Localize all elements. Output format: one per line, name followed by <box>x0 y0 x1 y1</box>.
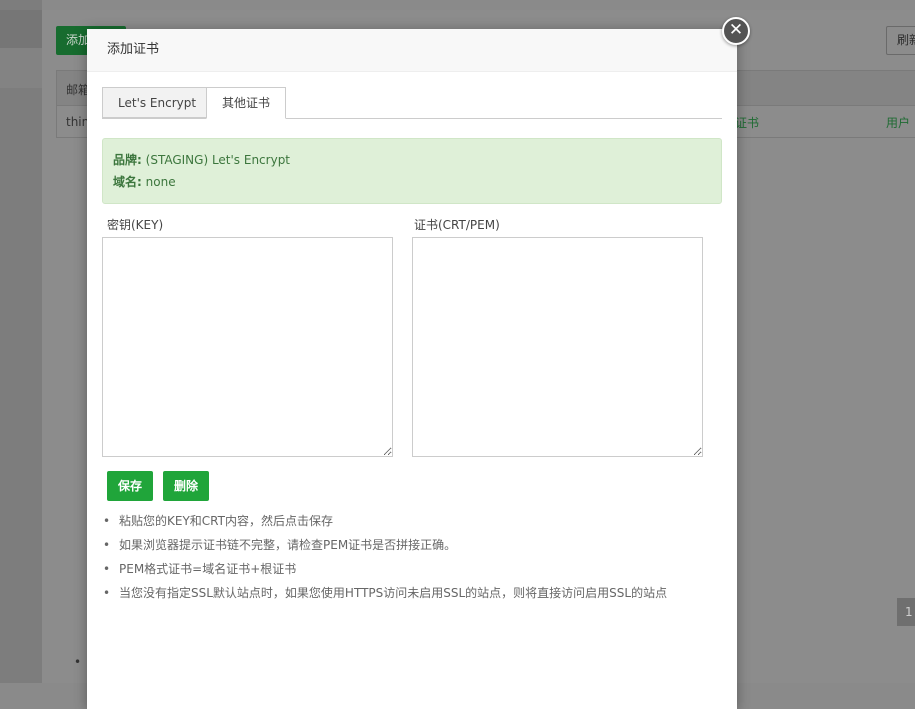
domain-label: 域名: <box>113 175 142 189</box>
background-page-number: 1 <box>897 598 915 626</box>
tab-lets-encrypt[interactable]: Let's Encrypt <box>102 87 207 118</box>
background-sidebar <box>0 0 42 683</box>
list-item: • 当您没有指定SSL默认站点时，如果您使用HTTPS访问未启用SSL的站点，则将… <box>102 581 722 605</box>
tip-text: 粘贴您的KEY和CRT内容，然后点击保存 <box>119 514 333 528</box>
brand-line: 品牌: (STAGING) Let's Encrypt <box>113 149 711 171</box>
domain-line: 域名: none <box>113 171 711 193</box>
add-certificate-dialog: 添加证书 Let's Encrypt 其他证书 品牌: (STAGING) Le… <box>87 29 737 709</box>
background-table-cell: thin <box>66 115 90 129</box>
list-item: • 如果浏览器提示证书链不完整，请检查PEM证书是否拼接正确。 <box>102 533 722 557</box>
background-user-link: 用户 <box>886 116 911 130</box>
crt-label: 证书(CRT/PEM) <box>414 218 500 232</box>
brand-label: 品牌: <box>113 153 142 167</box>
bullet: • <box>103 514 111 528</box>
crt-textarea[interactable] <box>412 237 703 457</box>
brand-value: (STAGING) Let's Encrypt <box>145 153 291 167</box>
tips-list: • 粘贴您的KEY和CRT内容，然后点击保存 • 如果浏览器提示证书链不完整，请检查… <box>102 509 722 605</box>
tip-text: 当您没有指定SSL默认站点时，如果您使用HTTPS访问未启用SSL的站点，则将直… <box>119 586 668 600</box>
tab-bar: Let's Encrypt 其他证书 <box>102 87 722 119</box>
background-refresh-button: 刷新 <box>886 26 915 55</box>
list-item: • PEM格式证书=域名证书+根证书 <box>102 557 722 581</box>
bullet: • <box>103 538 111 552</box>
delete-button[interactable]: 删除 <box>163 471 209 501</box>
close-icon[interactable]: ✕ <box>722 17 750 45</box>
background-sidebar-block <box>0 10 42 48</box>
tip-text: PEM格式证书=域名证书+根证书 <box>119 562 297 576</box>
save-button[interactable]: 保存 <box>107 471 153 501</box>
tab-other-certificate[interactable]: 其他证书 <box>206 87 286 119</box>
bullet: • <box>103 562 111 576</box>
bullet: • <box>103 586 111 600</box>
certificate-info-box: 品牌: (STAGING) Let's Encrypt 域名: none <box>102 138 722 204</box>
background-cert-link: 证书 <box>735 116 760 130</box>
key-textarea[interactable] <box>102 237 393 457</box>
domain-value: none <box>145 175 176 189</box>
dialog-title: 添加证书 <box>87 29 737 72</box>
background-bullet: • <box>74 655 82 669</box>
key-label: 密钥(KEY) <box>107 218 164 232</box>
tip-text: 如果浏览器提示证书链不完整，请检查PEM证书是否拼接正确。 <box>119 538 457 552</box>
list-item: • 粘贴您的KEY和CRT内容，然后点击保存 <box>102 509 722 533</box>
background-sidebar-block <box>0 48 42 88</box>
